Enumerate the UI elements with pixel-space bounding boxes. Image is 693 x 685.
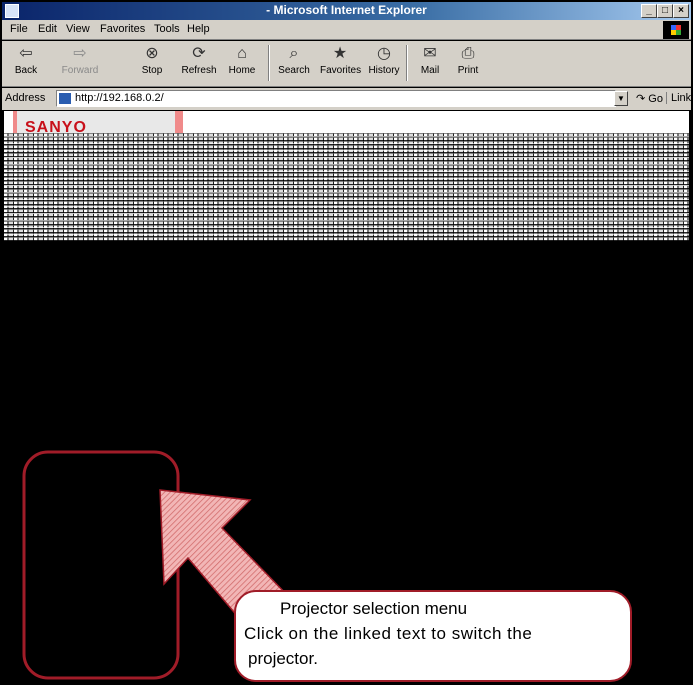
browser-window: - Microsoft Internet Explorer _ □ × File… [0,0,693,685]
highlight-rectangle [22,450,180,680]
callout-text-line: projector. [248,649,318,668]
callout-box: Projector selection menu Click on the li… [234,590,632,682]
annotation-layer [22,450,292,680]
callout-title: Projector selection menu [280,599,468,618]
callout-text-line: Click on the linked text to switch the [244,624,533,643]
